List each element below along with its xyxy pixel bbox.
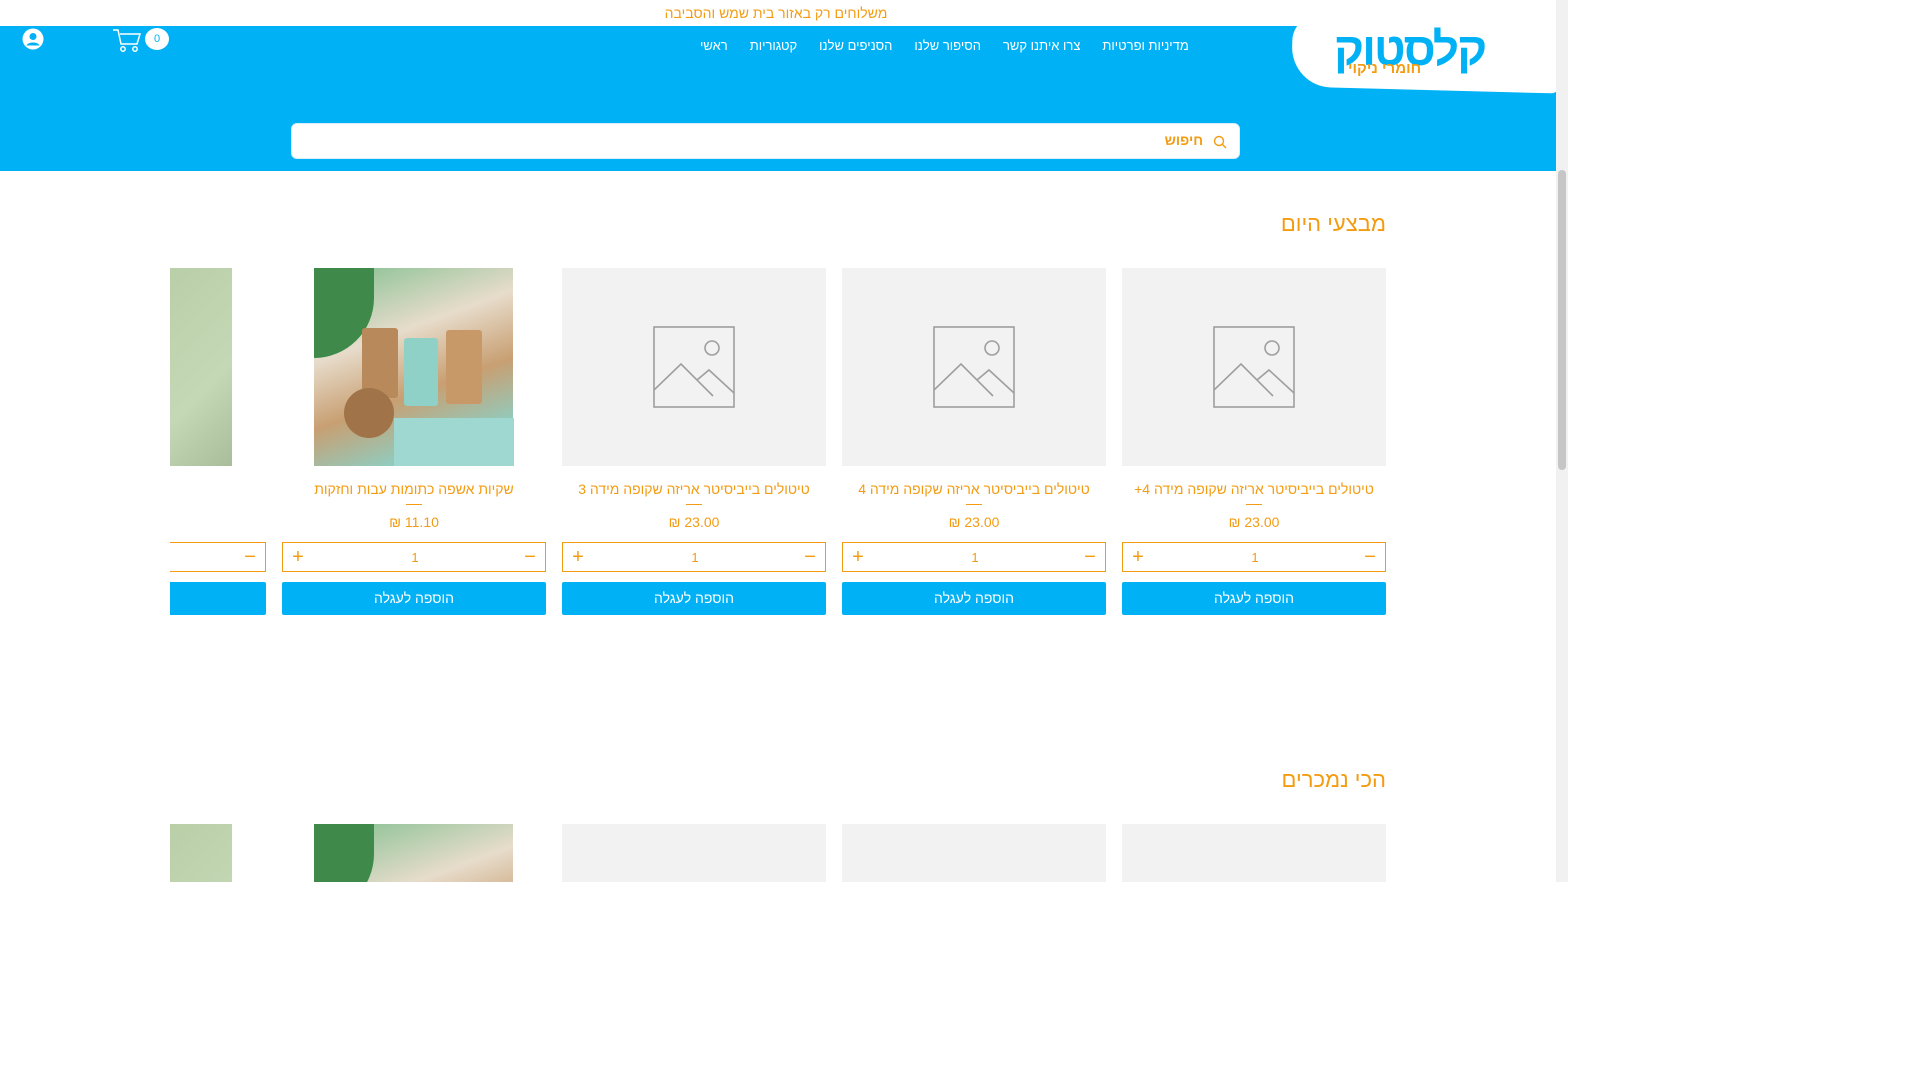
title-divider: [966, 504, 982, 505]
logo-subtitle: חומרי ניקוי: [1348, 60, 1422, 77]
quantity-value[interactable]: 1: [373, 550, 457, 565]
product-photo[interactable]: [314, 268, 514, 466]
product-slider-deals: טיטולים בייביסיטר אריזה שקופה מידה 4+ 23…: [170, 268, 1387, 628]
section-title-deals: מבצעי היום: [1280, 211, 1386, 236]
plus-icon[interactable]: +: [849, 547, 867, 567]
nav-item-policy[interactable]: מדיניות ופרטיות: [1102, 38, 1188, 58]
quantity-value[interactable]: 1: [653, 550, 737, 565]
title-divider: [406, 504, 422, 505]
nav-item-branches[interactable]: הסניפים שלנו: [819, 38, 892, 58]
product-image-placeholder[interactable]: [1122, 268, 1386, 466]
product-image-placeholder[interactable]: [842, 824, 1106, 882]
nav-item-story[interactable]: הסיפור שלנו: [914, 38, 981, 58]
minus-icon[interactable]: −: [1361, 547, 1379, 567]
product-image-placeholder[interactable]: [562, 268, 826, 466]
scrollbar-thumb[interactable]: [1558, 170, 1566, 470]
cart-count-badge[interactable]: 0: [145, 28, 169, 50]
quantity-stepper[interactable]: + 1 −: [282, 542, 546, 572]
product-photo[interactable]: [170, 824, 232, 882]
product-photo[interactable]: [170, 268, 232, 466]
title-divider: [686, 504, 702, 505]
title-divider: [1246, 504, 1262, 505]
quantity-stepper[interactable]: + 1 −: [1122, 542, 1386, 572]
image-placeholder-icon: [1213, 326, 1295, 408]
product-title[interactable]: טיטולים בייביסיטר אריזה שקופה מידה 3: [562, 481, 826, 497]
plus-icon[interactable]: +: [1129, 547, 1147, 567]
product-slider-best-sellers: [170, 824, 1387, 882]
product-image-placeholder[interactable]: [1122, 824, 1386, 882]
product-title[interactable]: טיטולים בייביסיטר אריזה שקופה מידה 4: [842, 481, 1106, 497]
minus-icon[interactable]: −: [241, 547, 259, 567]
search-bar[interactable]: [291, 123, 1240, 159]
add-to-cart-button[interactable]: [170, 582, 266, 615]
product-price: 23.00 ₪: [948, 514, 1000, 530]
nav-item-contact[interactable]: צרו איתנו קשר: [1003, 38, 1080, 58]
product-photo[interactable]: [314, 824, 513, 882]
announcement-text: משלוחים רק באזור בית שמש והסביבה: [664, 5, 888, 21]
product-price: 11.10 ₪: [389, 514, 439, 530]
image-placeholder-icon: [653, 326, 735, 408]
search-input[interactable]: [323, 132, 1203, 148]
quantity-stepper[interactable]: −: [170, 542, 266, 572]
product-title[interactable]: טיטולים בייביסיטר אריזה שקופה מידה 4+: [1122, 481, 1386, 497]
nav-item-home[interactable]: ראשי: [700, 38, 728, 58]
minus-icon[interactable]: −: [801, 547, 819, 567]
minus-icon[interactable]: −: [1081, 547, 1099, 567]
page: משלוחים רק באזור בית שמש והסביבה קלסטוק …: [0, 0, 1568, 882]
quantity-stepper[interactable]: + 1 −: [842, 542, 1106, 572]
main-nav: ראשי קטגוריות הסניפים שלנו הסיפור שלנו צ…: [700, 38, 1220, 58]
add-to-cart-button[interactable]: הוספה לעגלה: [842, 582, 1106, 615]
search-icon[interactable]: [1213, 135, 1227, 149]
product-title[interactable]: שקיות אשפה כתומות עבות וחזקות: [282, 481, 546, 497]
add-to-cart-button[interactable]: הוספה לעגלה: [1122, 582, 1386, 615]
minus-icon[interactable]: −: [521, 547, 539, 567]
product-price: 23.00 ₪: [668, 514, 720, 530]
login-icon[interactable]: [22, 28, 44, 50]
quantity-value[interactable]: 1: [933, 550, 1017, 565]
add-to-cart-button[interactable]: הוספה לעגלה: [562, 582, 826, 615]
quantity-stepper[interactable]: + 1 −: [562, 542, 826, 572]
product-image-placeholder[interactable]: [562, 824, 826, 882]
cart-icon[interactable]: [112, 27, 142, 53]
product-price: 23.00 ₪: [1228, 514, 1280, 530]
quantity-value[interactable]: 1: [1213, 550, 1297, 565]
plus-icon[interactable]: +: [289, 547, 307, 567]
product-image-placeholder[interactable]: [842, 268, 1106, 466]
nav-item-categories[interactable]: קטגוריות: [750, 38, 797, 58]
plus-icon[interactable]: +: [569, 547, 587, 567]
section-title-best-sellers: הכי נמכרים: [1281, 767, 1387, 792]
image-placeholder-icon: [933, 326, 1015, 408]
add-to-cart-button[interactable]: הוספה לעגלה: [282, 582, 546, 615]
